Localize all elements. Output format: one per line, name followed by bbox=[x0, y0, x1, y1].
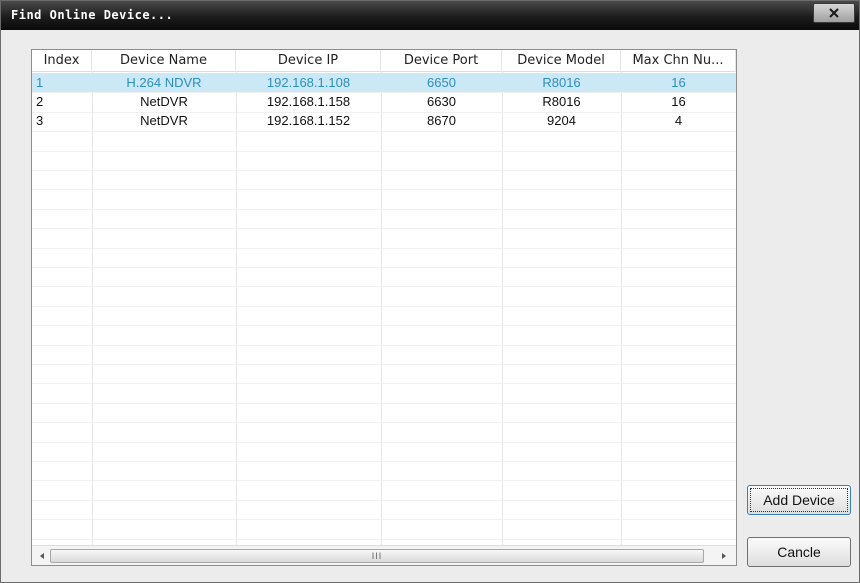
row-gridline bbox=[32, 441, 736, 443]
cell-device-name: NetDVR bbox=[140, 113, 188, 128]
row-gridline bbox=[32, 364, 736, 365]
cell-device-model: R8016 bbox=[542, 94, 581, 109]
arrow-right-icon bbox=[722, 553, 726, 559]
row-gridline bbox=[32, 499, 736, 501]
column-header-device-ip[interactable]: Device IP bbox=[236, 50, 381, 72]
list-header: Index Device Name Device IP Device Port … bbox=[32, 50, 736, 72]
cell-device-ip: 192.168.1.108 bbox=[266, 75, 351, 90]
row-gridline bbox=[32, 228, 736, 230]
cell-device-port: 6650 bbox=[427, 75, 456, 90]
cell-device-ip: 192.168.1.158 bbox=[266, 94, 351, 109]
row-gridline bbox=[32, 286, 736, 288]
row-gridline bbox=[32, 325, 736, 327]
cell-device-model: 9204 bbox=[547, 113, 576, 128]
row-gridline bbox=[32, 480, 736, 482]
row-gridline bbox=[32, 519, 736, 521]
cancel-button[interactable]: Cancle bbox=[747, 537, 851, 567]
table-row[interactable]: 3 NetDVR 192.168.1.152 8670 9204 4 bbox=[32, 111, 736, 130]
row-gridline bbox=[32, 267, 736, 268]
find-online-device-dialog: Find Online Device... Index Device Name … bbox=[0, 0, 860, 583]
close-button[interactable] bbox=[813, 3, 855, 23]
cell-index: 2 bbox=[36, 94, 44, 109]
row-gridline bbox=[32, 170, 736, 171]
row-gridline bbox=[32, 131, 736, 133]
cell-device-model: R8016 bbox=[542, 75, 581, 90]
row-gridline bbox=[32, 383, 736, 385]
row-gridline bbox=[32, 189, 736, 191]
cell-index: 1 bbox=[36, 75, 44, 90]
window-title: Find Online Device... bbox=[11, 8, 174, 22]
column-header-device-model[interactable]: Device Model bbox=[502, 50, 621, 72]
row-gridline bbox=[32, 247, 736, 249]
column-header-device-port[interactable]: Device Port bbox=[381, 50, 502, 72]
cell-device-name: NetDVR bbox=[140, 94, 188, 109]
row-gridline bbox=[32, 422, 736, 424]
device-list[interactable]: Index Device Name Device IP Device Port … bbox=[31, 49, 737, 566]
row-gridline bbox=[32, 538, 736, 540]
column-header-device-name[interactable]: Device Name bbox=[92, 50, 236, 72]
close-icon bbox=[829, 8, 839, 18]
row-gridline bbox=[32, 150, 736, 152]
table-row[interactable]: 1 H.264 NDVR 192.168.1.108 6650 R8016 16 bbox=[32, 73, 736, 92]
cell-device-port: 8670 bbox=[427, 113, 456, 128]
cell-device-port: 6630 bbox=[427, 94, 456, 109]
arrow-left-icon bbox=[40, 553, 44, 559]
column-header-index[interactable]: Index bbox=[32, 50, 92, 72]
scrollbar-grip: III bbox=[371, 551, 383, 561]
scroll-right-button[interactable] bbox=[716, 548, 732, 564]
add-device-button[interactable]: Add Device bbox=[747, 485, 851, 515]
cell-max-chn: 16 bbox=[671, 94, 686, 109]
scrollbar-thumb[interactable]: III bbox=[50, 549, 704, 563]
row-gridline bbox=[32, 305, 736, 307]
title-bar[interactable]: Find Online Device... bbox=[1, 1, 859, 30]
row-gridline bbox=[32, 461, 736, 462]
cell-device-name: H.264 NDVR bbox=[126, 75, 202, 90]
table-row[interactable]: 2 NetDVR 192.168.1.158 6630 R8016 16 bbox=[32, 92, 736, 111]
scroll-left-button[interactable] bbox=[34, 548, 50, 564]
row-gridline bbox=[32, 208, 736, 210]
cell-max-chn: 16 bbox=[671, 75, 686, 90]
row-gridline bbox=[32, 402, 736, 404]
cell-index: 3 bbox=[36, 113, 44, 128]
column-header-max-chn[interactable]: Max Chn Nu... bbox=[621, 50, 736, 72]
cell-max-chn: 4 bbox=[674, 113, 683, 128]
list-body: 1 H.264 NDVR 192.168.1.108 6650 R8016 16… bbox=[32, 73, 736, 130]
horizontal-scrollbar[interactable]: III bbox=[32, 545, 736, 565]
cell-device-ip: 192.168.1.152 bbox=[266, 113, 351, 128]
row-gridline bbox=[32, 344, 736, 346]
